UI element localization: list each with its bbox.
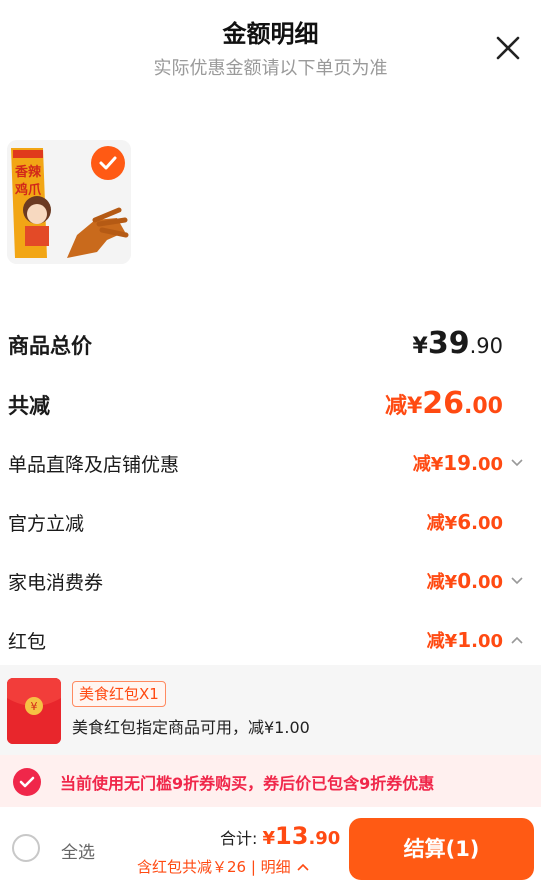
check-icon	[99, 156, 117, 170]
page-title: 金额明细	[222, 20, 319, 48]
select-all-label[interactable]: 全选	[61, 838, 95, 863]
chevron-down-icon[interactable]	[510, 576, 524, 586]
red-packet-description: 美食红包指定商品可用，减¥1.00	[72, 718, 310, 737]
row-value: 减¥1.00	[426, 628, 503, 652]
row-red-packet[interactable]: 红包 减¥1.00	[8, 621, 533, 661]
red-envelope-icon: ¥	[7, 678, 61, 744]
modal-header: 金额明细 实际优惠金额请以下单页为准	[0, 0, 541, 95]
total-label: 合计:	[220, 829, 258, 848]
chevron-up-icon[interactable]	[510, 635, 524, 645]
close-icon[interactable]	[492, 32, 524, 64]
row-total-discount: 共减 减¥26.00	[8, 384, 533, 424]
row-value: 减¥26.00	[384, 386, 503, 421]
row-appliance-voucher[interactable]: 家电消费券 减¥0.00	[8, 562, 533, 602]
notice-check-icon	[13, 768, 41, 796]
product-selected-checkbox[interactable]	[91, 146, 125, 180]
row-value: 减¥6.00	[426, 510, 503, 534]
checkout-button[interactable]: 结算(1)	[349, 818, 534, 880]
row-official-discount: 官方立减 减¥6.00	[8, 503, 533, 543]
red-packet-panel	[0, 665, 541, 755]
row-store-discount[interactable]: 单品直降及店铺优惠 减¥19.00	[8, 444, 533, 484]
row-label: 商品总价	[8, 334, 92, 358]
package-text-2: 鸡爪	[14, 182, 42, 198]
row-subtotal: 商品总价 ¥39.90	[8, 324, 533, 364]
row-label: 官方立减	[8, 513, 85, 535]
row-label: 红包	[8, 631, 47, 653]
row-label: 共减	[8, 394, 50, 418]
package-text-1: 香辣	[14, 164, 42, 180]
svg-text:¥: ¥	[31, 700, 38, 713]
row-value: 减¥19.00	[412, 451, 503, 475]
coupon-notice-text: 当前使用无门槛9折券购买，券后价已包含9折券优惠	[60, 774, 435, 793]
row-value: 减¥0.00	[426, 569, 503, 593]
chevron-up-icon	[297, 863, 310, 871]
select-all-checkbox[interactable]	[12, 834, 40, 862]
row-label: 家电消费券	[8, 572, 104, 594]
row-value: ¥39.90	[412, 326, 503, 361]
chevron-down-icon[interactable]	[510, 458, 524, 468]
page-subtitle: 实际优惠金额请以下单页为准	[153, 58, 388, 79]
total-price: 合计: ¥13.90	[220, 822, 341, 850]
red-packet-tag: 美食红包X1	[72, 681, 166, 707]
row-label: 单品直降及店铺优惠	[8, 454, 180, 476]
discount-detail-link[interactable]: 含红包共减￥26 | 明细	[137, 856, 310, 877]
